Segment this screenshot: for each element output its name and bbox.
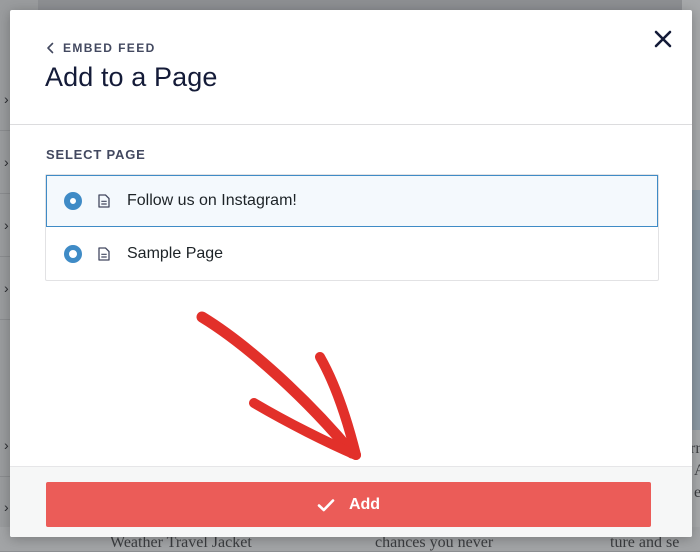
modal-title: Add to a Page: [45, 62, 218, 92]
page-option-label: Follow us on Instagram!: [127, 191, 297, 209]
document-icon: [98, 193, 110, 208]
add-to-page-modal: EMBED FEED Add to a Page SELECT PAGE Fol…: [10, 10, 692, 537]
radio-button-selected[interactable]: [64, 191, 82, 210]
back-link-label: EMBED FEED: [63, 41, 156, 55]
page-option-sample-page[interactable]: Sample Page: [46, 227, 658, 280]
page-list: Follow us on Instagram! Sample Page: [45, 174, 659, 281]
page-option-follow-us[interactable]: Follow us on Instagram!: [46, 175, 658, 227]
modal-header: EMBED FEED Add to a Page: [10, 10, 692, 125]
radio-button[interactable]: [64, 244, 82, 263]
page-option-label: Sample Page: [127, 244, 224, 262]
chevron-left-icon: [47, 42, 54, 54]
select-page-label: SELECT PAGE: [46, 147, 146, 162]
background-text: e: [694, 484, 700, 501]
add-button[interactable]: Add: [46, 482, 651, 527]
modal-footer: Add: [10, 466, 692, 537]
checkmark-icon: [317, 498, 335, 511]
add-button-label: Add: [348, 495, 381, 513]
document-icon: [98, 246, 110, 261]
close-icon[interactable]: [650, 26, 676, 52]
back-to-embed-feed-link[interactable]: EMBED FEED: [46, 41, 156, 55]
background-text: A: [694, 462, 700, 479]
hand-drawn-arrow-icon: [196, 311, 361, 460]
